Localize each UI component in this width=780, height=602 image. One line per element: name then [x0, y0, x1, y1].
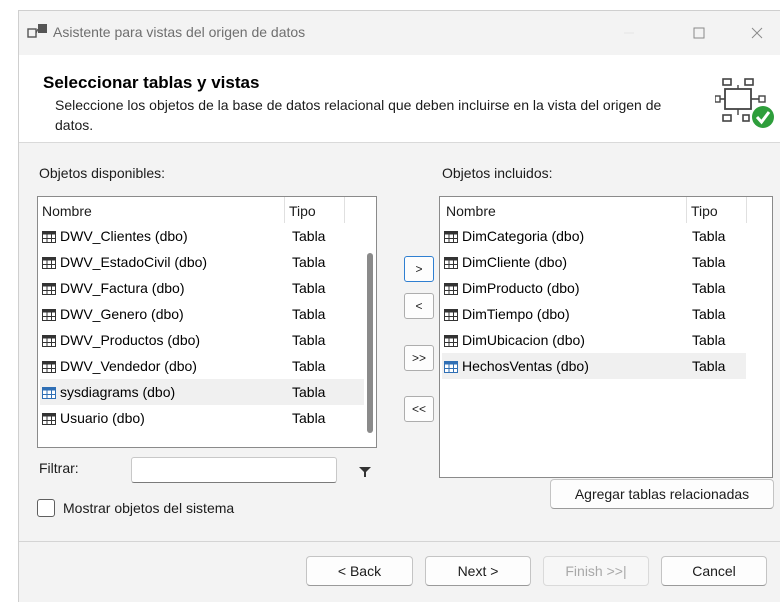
available-col-type[interactable]: Tipo [284, 197, 316, 223]
item-name: HechosVentas (dbo) [462, 358, 589, 374]
maximize-button[interactable] [677, 17, 721, 49]
table-icon [42, 361, 56, 373]
table-icon [444, 335, 458, 347]
item-name: DimUbicacion (dbo) [462, 332, 585, 348]
footer-divider [19, 541, 780, 542]
remove-button[interactable]: < [404, 293, 434, 319]
list-item[interactable]: DWV_EstadoCivil (dbo) Tabla [40, 249, 364, 275]
filter-icon[interactable] [359, 467, 371, 477]
list-item[interactable]: DimCategoria (dbo) Tabla [442, 223, 746, 249]
item-type: Tabla [292, 410, 326, 426]
page-subtitle: Seleccione los objetos de la base de dat… [55, 97, 662, 133]
scrollbar-thumb[interactable] [367, 253, 373, 433]
list-item[interactable]: sysdiagrams (dbo) Tabla [40, 379, 364, 405]
list-item[interactable]: DimTiempo (dbo) Tabla [442, 301, 746, 327]
list-item[interactable]: HechosVentas (dbo) Tabla [442, 353, 746, 379]
wizard-window: Asistente para vistas del origen de dato… [18, 10, 780, 602]
item-name: sysdiagrams (dbo) [60, 384, 176, 400]
item-name: DWV_Clientes (dbo) [60, 228, 188, 244]
item-type: Tabla [292, 332, 326, 348]
wizard-header: Seleccionar tablas y vistas Seleccione l… [19, 55, 780, 143]
show-system-objects-label[interactable]: Mostrar objetos del sistema [63, 500, 234, 516]
show-system-objects-checkbox[interactable] [37, 499, 55, 517]
available-col-separator [344, 197, 345, 223]
item-type: Tabla [692, 228, 726, 244]
item-name: DWV_Productos (dbo) [60, 332, 201, 348]
item-type: Tabla [292, 254, 326, 270]
item-name: DWV_Factura (dbo) [60, 280, 185, 296]
table-selection-icon [715, 78, 774, 128]
back-button[interactable]: < Back [306, 556, 413, 586]
fact-table-icon [444, 361, 458, 373]
list-item[interactable]: DWV_Vendedor (dbo) Tabla [40, 353, 364, 379]
cancel-button[interactable]: Cancel [661, 556, 767, 586]
table-icon [444, 257, 458, 269]
minimize-icon [624, 32, 634, 34]
item-name: DWV_Genero (dbo) [60, 306, 184, 322]
remove-all-button[interactable]: << [404, 396, 434, 422]
close-icon [751, 27, 763, 39]
available-list-header: Nombre Tipo [38, 197, 364, 223]
title-bar: Asistente para vistas del origen de dato… [19, 11, 780, 55]
list-item[interactable]: DWV_Productos (dbo) Tabla [40, 327, 364, 353]
maximize-icon [693, 27, 705, 39]
item-name: Usuario (dbo) [60, 410, 145, 426]
table-icon [444, 309, 458, 321]
available-col-name[interactable]: Nombre [42, 203, 92, 219]
list-item[interactable]: DWV_Factura (dbo) Tabla [40, 275, 364, 301]
included-list-header: Nombre Tipo [440, 197, 772, 223]
next-button[interactable]: Next > [425, 556, 531, 586]
table-icon [42, 335, 56, 347]
table-icon [42, 231, 56, 243]
included-col-separator [746, 197, 747, 223]
minimize-button[interactable] [607, 17, 651, 49]
available-objects-list[interactable]: Nombre Tipo DWV_Clientes (dbo) Tabla DWV… [37, 196, 377, 448]
item-type: Tabla [292, 280, 326, 296]
table-icon [444, 283, 458, 295]
item-type: Tabla [692, 306, 726, 322]
close-button[interactable] [735, 17, 779, 49]
item-type: Tabla [692, 254, 726, 270]
item-name: DWV_EstadoCivil (dbo) [60, 254, 208, 270]
list-item[interactable]: DWV_Clientes (dbo) Tabla [40, 223, 364, 249]
item-name: DimProducto (dbo) [462, 280, 580, 296]
table-icon [42, 309, 56, 321]
item-type: Tabla [292, 306, 326, 322]
item-type: Tabla [692, 332, 726, 348]
included-objects-list[interactable]: Nombre Tipo DimCategoria (dbo) Tabla Dim… [439, 196, 773, 478]
item-name: DimCliente (dbo) [462, 254, 568, 270]
included-col-type[interactable]: Tipo [686, 197, 718, 223]
add-button[interactable]: > [404, 256, 434, 282]
table-icon [42, 283, 56, 295]
available-scrollbar[interactable] [364, 197, 376, 447]
item-name: DimTiempo (dbo) [462, 306, 570, 322]
data-source-view-icon [27, 24, 47, 38]
item-type: Tabla [292, 358, 326, 374]
item-type: Tabla [292, 228, 326, 244]
table-icon [444, 231, 458, 243]
list-item[interactable]: DWV_Genero (dbo) Tabla [40, 301, 364, 327]
item-type: Tabla [692, 280, 726, 296]
available-objects-label: Objetos disponibles: [39, 165, 166, 181]
included-col-name[interactable]: Nombre [446, 203, 496, 219]
filter-input[interactable] [131, 457, 337, 483]
included-objects-label: Objetos incluidos: [442, 165, 553, 181]
item-name: DimCategoria (dbo) [462, 228, 585, 244]
table-icon [42, 413, 56, 425]
page-title: Seleccionar tablas y vistas [43, 73, 260, 92]
list-item[interactable]: DimUbicacion (dbo) Tabla [442, 327, 746, 353]
add-related-tables-button[interactable]: Agregar tablas relacionadas [550, 479, 774, 509]
item-type: Tabla [692, 358, 726, 374]
item-name: DWV_Vendedor (dbo) [60, 358, 197, 374]
add-all-button[interactable]: >> [404, 345, 434, 371]
system-table-icon [42, 387, 56, 399]
list-item[interactable]: Usuario (dbo) Tabla [40, 405, 364, 431]
window-title: Asistente para vistas del origen de dato… [53, 24, 306, 40]
filter-label: Filtrar: [39, 460, 79, 476]
list-item[interactable]: DimProducto (dbo) Tabla [442, 275, 746, 301]
list-item[interactable]: DimCliente (dbo) Tabla [442, 249, 746, 275]
table-icon [42, 257, 56, 269]
item-type: Tabla [292, 384, 326, 400]
finish-button[interactable]: Finish >>| [543, 556, 649, 586]
